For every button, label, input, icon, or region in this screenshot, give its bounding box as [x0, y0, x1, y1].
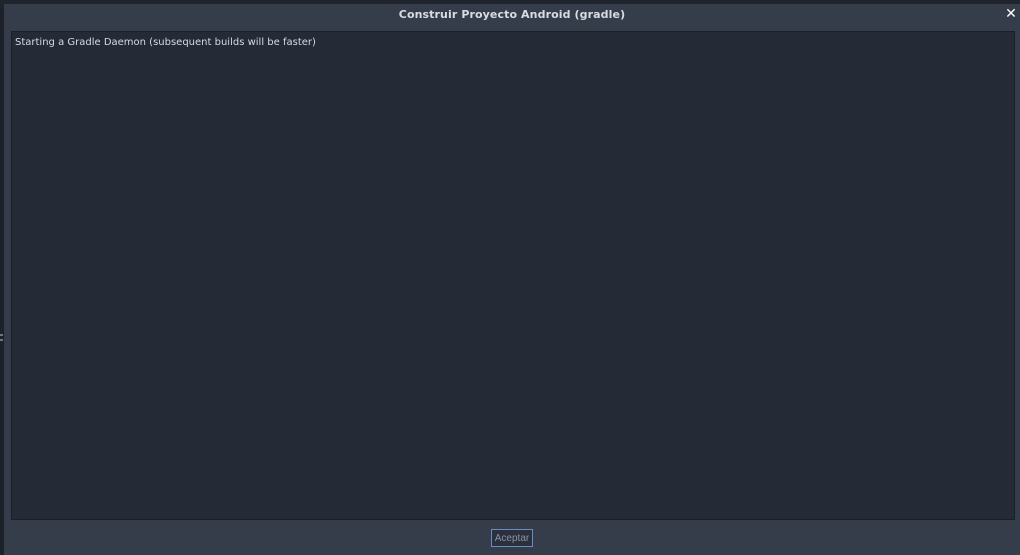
- accept-button[interactable]: Aceptar: [490, 529, 534, 547]
- log-line: Starting a Gradle Daemon (subsequent bui…: [15, 37, 316, 48]
- dialog-footer: Aceptar: [4, 526, 1020, 550]
- build-log-output[interactable]: Starting a Gradle Daemon (subsequent bui…: [11, 31, 1015, 520]
- build-dialog: Construir Proyecto Android (gradle) ✕ St…: [4, 4, 1020, 555]
- dialog-title: Construir Proyecto Android (gradle): [398, 8, 626, 21]
- dialog-titlebar: Construir Proyecto Android (gradle) ✕: [4, 4, 1020, 26]
- close-icon[interactable]: ✕: [1004, 6, 1018, 22]
